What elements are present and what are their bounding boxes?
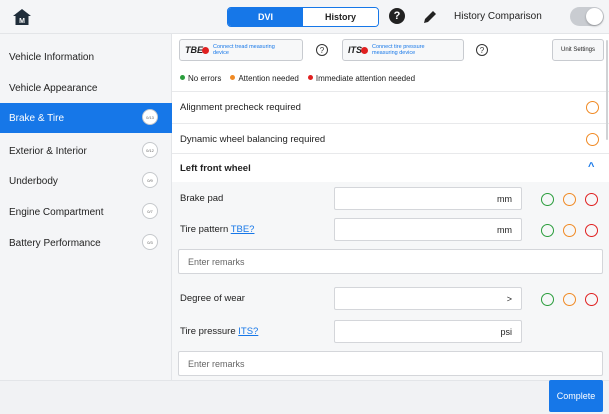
alignment-check-label: Alignment precheck required — [180, 102, 301, 113]
legend-attention-needed: Attention needed — [230, 74, 299, 83]
sidebar-item-label: Exterior & Interior — [9, 145, 87, 157]
brake-pad-label: Brake pad — [180, 193, 224, 204]
section-title: Left front wheel — [180, 163, 251, 174]
green-dot-icon — [180, 75, 185, 80]
remarks-placeholder: Enter remarks — [188, 358, 245, 369]
footer-bar — [0, 380, 609, 414]
toggle-knob — [586, 8, 603, 25]
degree-of-wear-attention-radio[interactable] — [563, 293, 576, 306]
sidebar-item-vehicle-appearance[interactable]: Vehicle Appearance — [0, 73, 172, 103]
sidebar-item-label: Vehicle Information — [9, 51, 95, 63]
its-logo-mark-icon — [361, 46, 369, 54]
tire-pattern-row: Tire pattern TBE? mm — [172, 215, 609, 248]
unit-label: mm — [497, 224, 512, 235]
help-icon[interactable]: ? — [389, 8, 405, 24]
tbe-help-icon[interactable]: ? — [316, 44, 328, 56]
brake-pad-input[interactable]: mm — [334, 187, 522, 210]
degree-of-wear-row: Degree of wear > — [172, 282, 609, 315]
red-dot-icon — [307, 75, 313, 80]
remarks-placeholder: Enter remarks — [188, 256, 245, 267]
its-link[interactable]: ITS? — [238, 326, 258, 337]
alignment-attention-radio[interactable] — [586, 101, 599, 114]
sidebar-item-label: Underbody — [9, 175, 58, 187]
tire-pattern-attention-radio[interactable] — [563, 224, 576, 237]
progress-badge: 0/13 — [142, 109, 158, 125]
sidebar-item-underbody[interactable]: Underbody 0/9 — [0, 166, 172, 196]
tire-pressure-label: Tire pressure ITS? — [180, 326, 259, 337]
history-comparison-toggle[interactable] — [570, 7, 604, 26]
scrollbar[interactable] — [606, 40, 608, 140]
balancing-check-row: Dynamic wheel balancing required — [172, 123, 609, 153]
unit-settings-button[interactable]: Unit Settings — [552, 39, 604, 61]
tbe-button-text: Connect tread measuring device — [213, 44, 275, 56]
legend-no-errors: No errors — [180, 74, 221, 83]
degree-of-wear-label: Degree of wear — [180, 293, 245, 304]
its-help-icon[interactable]: ? — [476, 44, 488, 56]
sidebar-item-label: Brake & Tire — [9, 112, 65, 124]
its-logo: ITS — [348, 45, 363, 55]
brake-pad-immediate-radio[interactable] — [585, 193, 598, 206]
connect-its-button[interactable]: ITS Connect tire pressure measuring devic… — [342, 39, 464, 61]
progress-badge: 0/12 — [142, 142, 158, 158]
sidebar-item-engine-compartment[interactable]: Engine Compartment 0/7 — [0, 197, 172, 227]
sidebar-item-label: Vehicle Appearance — [9, 82, 98, 94]
pencil-icon[interactable] — [421, 8, 439, 26]
balancing-attention-radio[interactable] — [586, 133, 599, 146]
orange-dot-icon — [230, 75, 236, 80]
unit-label: mm — [497, 193, 512, 204]
complete-button[interactable]: Complete — [549, 380, 603, 412]
tbe-logo: TBE — [185, 45, 203, 55]
chevron-right-icon: > — [506, 293, 512, 304]
tab-dvi[interactable]: DVI — [228, 8, 303, 26]
tab-history[interactable]: History — [303, 8, 378, 26]
sidebar-item-exterior-interior[interactable]: Exterior & Interior 0/12 — [0, 136, 172, 166]
left-front-wheel-header[interactable]: Left front wheel ^ — [172, 153, 609, 182]
sidebar: Vehicle Information Vehicle Appearance B… — [0, 34, 172, 380]
tire-pressure-input[interactable]: psi — [334, 320, 522, 343]
sidebar-item-label: Battery Performance — [9, 237, 101, 249]
tbe-link[interactable]: TBE? — [231, 224, 255, 235]
chevron-up-icon[interactable]: ^ — [588, 161, 594, 173]
sidebar-item-label: Engine Compartment — [9, 206, 104, 218]
home-icon[interactable]: M — [12, 8, 32, 26]
progress-badge: 0/7 — [142, 203, 158, 219]
connect-tbe-button[interactable]: TBE Connect tread measuring device — [179, 39, 303, 61]
tire-pattern-input[interactable]: mm — [334, 218, 522, 241]
view-tabs: DVI History — [227, 7, 379, 27]
tbe-logo-mark-icon — [202, 46, 209, 54]
remarks-input[interactable]: Enter remarks — [178, 249, 603, 274]
legend-immediate-attention: Immediate attention needed — [307, 74, 415, 83]
alignment-check-row: Alignment precheck required — [172, 91, 609, 123]
degree-of-wear-immediate-radio[interactable] — [585, 293, 598, 306]
history-comparison-label: History Comparison — [454, 11, 542, 22]
remarks-input[interactable]: Enter remarks — [178, 351, 603, 376]
its-button-text: Connect tire pressure measuring device — [372, 44, 425, 56]
tire-pattern-immediate-radio[interactable] — [585, 224, 598, 237]
status-legend: No errors Attention needed Immediate att… — [180, 74, 415, 83]
tire-pattern-label: Tire pattern TBE? — [180, 224, 255, 235]
degree-of-wear-no-errors-radio[interactable] — [541, 293, 554, 306]
progress-badge: 0/3 — [142, 234, 158, 250]
tire-pressure-row: Tire pressure ITS? psi — [172, 315, 609, 347]
degree-of-wear-select[interactable]: > — [334, 287, 522, 310]
sidebar-item-brake-tire[interactable]: Brake & Tire 0/13 — [0, 103, 172, 133]
top-bar: M DVI History ? History Comparison — [0, 0, 609, 34]
brake-pad-no-errors-radio[interactable] — [541, 193, 554, 206]
tire-pattern-no-errors-radio[interactable] — [541, 224, 554, 237]
main-panel: TBE Connect tread measuring device ? ITS … — [172, 34, 609, 380]
progress-badge: 0/9 — [142, 172, 158, 188]
sidebar-item-vehicle-information[interactable]: Vehicle Information — [0, 42, 172, 72]
unit-label: psi — [500, 326, 512, 337]
svg-text:M: M — [19, 18, 25, 25]
sidebar-item-battery-performance[interactable]: Battery Performance 0/3 — [0, 228, 172, 258]
brake-pad-row: Brake pad mm — [172, 182, 609, 215]
brake-pad-attention-radio[interactable] — [563, 193, 576, 206]
balancing-check-label: Dynamic wheel balancing required — [180, 134, 326, 145]
